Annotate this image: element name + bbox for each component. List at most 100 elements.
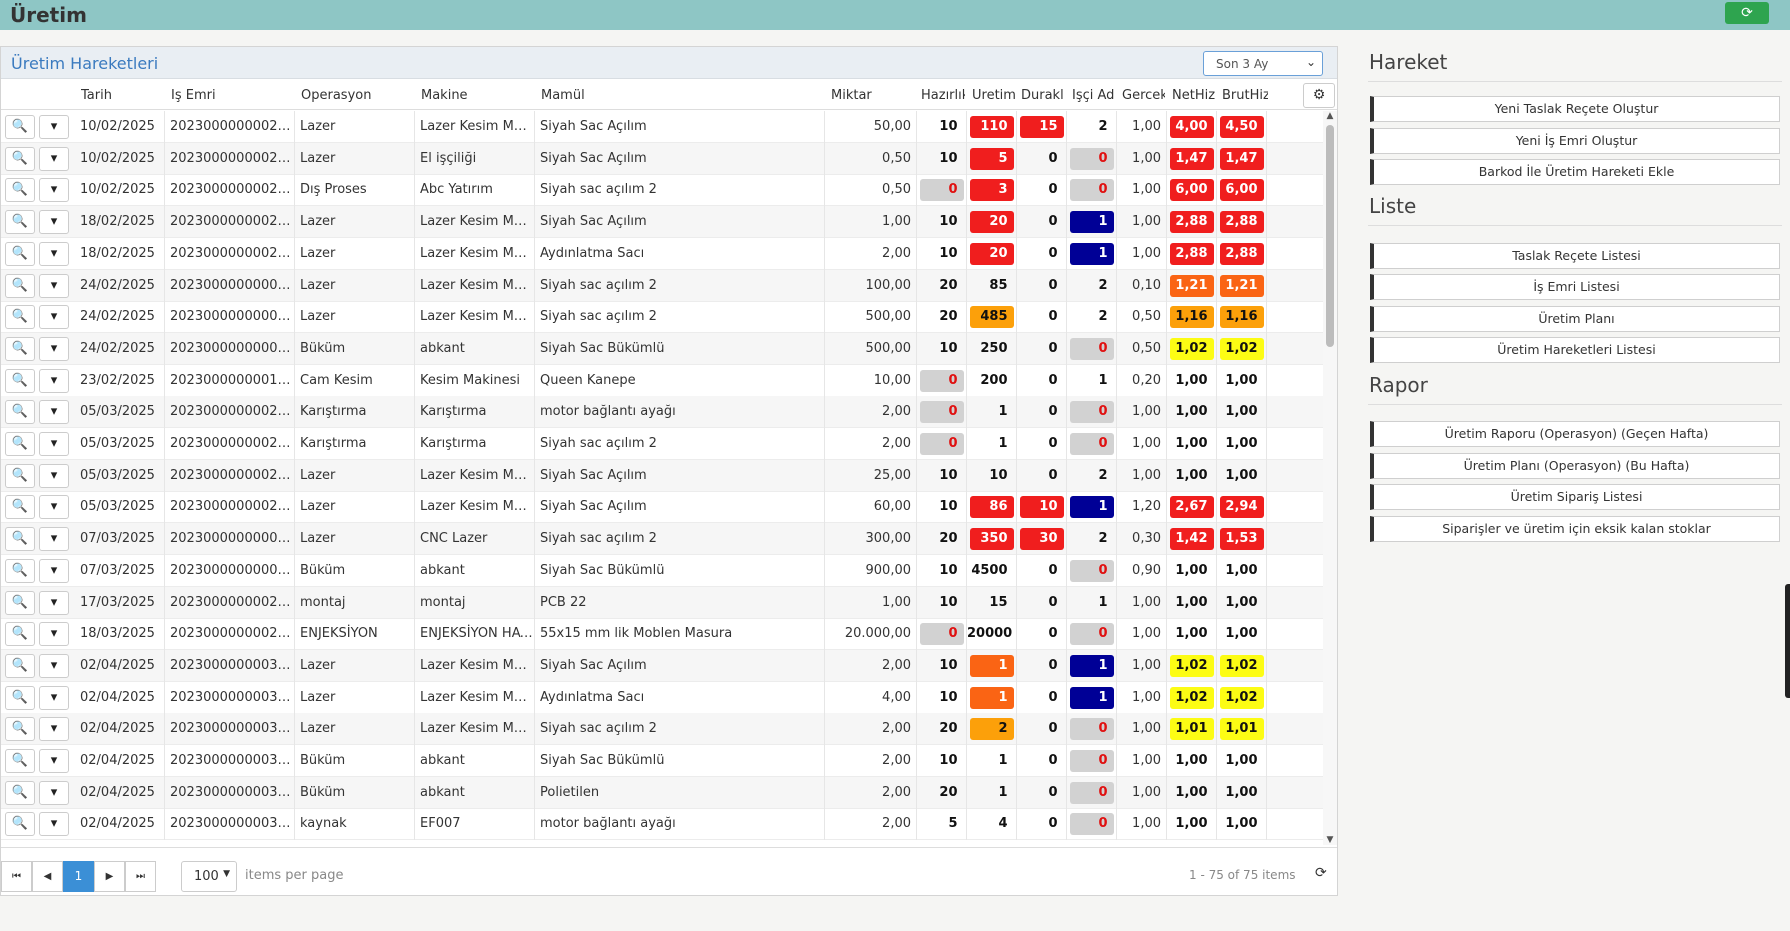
zoom-button[interactable]: 🔍 bbox=[5, 812, 35, 837]
row-menu-button[interactable]: ▾ bbox=[39, 558, 69, 583]
column-header-mamul[interactable]: Mamül bbox=[541, 88, 781, 103]
row-menu-button[interactable]: ▾ bbox=[39, 717, 69, 742]
row-menu-button[interactable]: ▾ bbox=[39, 178, 69, 203]
table-row[interactable]: 🔍 ▾ 18/03/2025 202300000000299 ENJEKSİYON ENJ… bbox=[1, 618, 1323, 651]
row-menu-button[interactable]: ▾ bbox=[39, 590, 69, 615]
table-row[interactable]: 🔍 ▾ 07/03/2025 202300000000072 Büküm abkant Si… bbox=[1, 554, 1323, 587]
column-header-isci-adedi[interactable]: İşçi Adedi bbox=[1072, 88, 1114, 103]
zoom-button[interactable]: 🔍 bbox=[5, 558, 35, 583]
table-row[interactable]: 🔍 ▾ 23/02/2025 202300000000136 Cam Kesim Kesi… bbox=[1, 364, 1323, 397]
zoom-button[interactable]: 🔍 bbox=[5, 368, 35, 393]
table-row[interactable]: 🔍 ▾ 05/03/2025 202300000000289 Karıştırma Kar… bbox=[1, 428, 1323, 460]
row-menu-button[interactable]: ▾ bbox=[39, 210, 69, 235]
zoom-button[interactable]: 🔍 bbox=[5, 590, 35, 615]
reload-icon[interactable]: ⟳ bbox=[1315, 865, 1327, 881]
row-menu-button[interactable]: ▾ bbox=[39, 273, 69, 298]
date-range-select[interactable]: Son 3 Ay ⌄ bbox=[1203, 51, 1323, 76]
row-menu-button[interactable]: ▾ bbox=[39, 463, 69, 488]
table-row[interactable]: 🔍 ▾ 05/03/2025 202300000000290 Lazer Lazer Ke… bbox=[1, 459, 1323, 492]
column-header-makine[interactable]: Makine bbox=[421, 88, 531, 103]
row-menu-button[interactable]: ▾ bbox=[39, 146, 69, 171]
column-settings-button[interactable]: ⚙ bbox=[1303, 83, 1335, 108]
row-menu-button[interactable]: ▾ bbox=[39, 336, 69, 361]
row-menu-button[interactable]: ▾ bbox=[39, 241, 69, 266]
production-plan-this-week-button[interactable]: Üretim Planı (Operasyon) (Bu Hafta) bbox=[1370, 453, 1780, 479]
zoom-button[interactable]: 🔍 bbox=[5, 653, 35, 678]
row-menu-button[interactable]: ▾ bbox=[39, 812, 69, 837]
row-menu-button[interactable]: ▾ bbox=[39, 780, 69, 805]
first-page-button[interactable]: ⏮ bbox=[1, 861, 32, 892]
row-menu-button[interactable]: ▾ bbox=[39, 400, 69, 425]
table-row[interactable]: 🔍 ▾ 02/04/2025 202300000000300 Lazer Lazer Ke… bbox=[1, 649, 1323, 682]
zoom-button[interactable]: 🔍 bbox=[5, 432, 35, 456]
page-size-select[interactable]: 100 ▼ bbox=[181, 861, 237, 892]
zoom-button[interactable]: 🔍 bbox=[5, 115, 35, 139]
scroll-down-icon[interactable]: ▼ bbox=[1325, 835, 1335, 845]
column-header-tarih[interactable]: Tarih bbox=[81, 88, 171, 103]
zoom-button[interactable]: 🔍 bbox=[5, 146, 35, 171]
zoom-button[interactable]: 🔍 bbox=[5, 527, 35, 552]
row-menu-button[interactable]: ▾ bbox=[39, 527, 69, 552]
row-menu-button[interactable]: ▾ bbox=[39, 305, 69, 330]
row-menu-button[interactable]: ▾ bbox=[39, 653, 69, 678]
production-report-last-week-button[interactable]: Üretim Raporu (Operasyon) (Geçen Hafta) bbox=[1370, 421, 1780, 447]
table-row[interactable]: 🔍 ▾ 02/04/2025 202300000000300 Büküm abkant Si… bbox=[1, 745, 1323, 777]
column-header-uretim[interactable]: Üretim bbox=[972, 88, 1018, 103]
zoom-button[interactable]: 🔍 bbox=[5, 780, 35, 805]
table-row[interactable]: 🔍 ▾ 05/03/2025 202300000000291 Lazer Lazer Ke… bbox=[1, 491, 1323, 524]
table-row[interactable]: 🔍 ▾ 07/03/2025 202300000000078 Lazer CNC Laze… bbox=[1, 523, 1323, 556]
row-menu-button[interactable]: ▾ bbox=[39, 749, 69, 773]
table-row[interactable]: 🔍 ▾ 02/04/2025 202300000000300 Lazer Lazer Ke… bbox=[1, 681, 1323, 714]
last-page-button[interactable]: ⏭ bbox=[125, 861, 156, 892]
production-order-list-button[interactable]: Üretim Sipariş Listesi bbox=[1370, 484, 1780, 510]
zoom-button[interactable]: 🔍 bbox=[5, 336, 35, 361]
table-row[interactable]: 🔍 ▾ 18/02/2025 202300000000287 Lazer Lazer Ke… bbox=[1, 206, 1323, 239]
zoom-button[interactable]: 🔍 bbox=[5, 400, 35, 425]
table-row[interactable]: 🔍 ▾ 10/02/2025 202300000000285 Lazer El işçil… bbox=[1, 142, 1323, 175]
draft-recipe-list-button[interactable]: Taslak Reçete Listesi bbox=[1370, 243, 1780, 269]
scrollbar-thumb[interactable] bbox=[1326, 125, 1334, 347]
column-header-operasyon[interactable]: Operasyon bbox=[301, 88, 411, 103]
production-plan-button[interactable]: Üretim Planı bbox=[1370, 306, 1780, 332]
scroll-up-icon[interactable]: ▲ bbox=[1325, 111, 1335, 121]
zoom-button[interactable]: 🔍 bbox=[5, 495, 35, 520]
column-header-duraklama[interactable]: Duraklama bbox=[1021, 88, 1063, 103]
row-menu-button[interactable]: ▾ bbox=[39, 622, 69, 647]
zoom-button[interactable]: 🔍 bbox=[5, 717, 35, 742]
zoom-button[interactable]: 🔍 bbox=[5, 178, 35, 203]
zoom-button[interactable]: 🔍 bbox=[5, 463, 35, 488]
column-header-gerceklesen[interactable]: Gerceklesen bbox=[1122, 88, 1165, 103]
prev-page-button[interactable]: ◀ bbox=[32, 861, 63, 892]
zoom-button[interactable]: 🔍 bbox=[5, 622, 35, 647]
zoom-button[interactable]: 🔍 bbox=[5, 749, 35, 773]
row-menu-button[interactable]: ▾ bbox=[39, 368, 69, 393]
missing-stock-button[interactable]: Siparişler ve üretim için eksik kalan st… bbox=[1370, 516, 1780, 542]
table-row[interactable]: 🔍 ▾ 24/02/2025 202300000000078 Lazer Lazer Ke… bbox=[1, 269, 1323, 302]
zoom-button[interactable]: 🔍 bbox=[5, 210, 35, 235]
new-work-order-button[interactable]: Yeni İş Emri Oluştur bbox=[1370, 128, 1780, 154]
production-movements-list-button[interactable]: Üretim Hareketleri Listesi bbox=[1370, 337, 1780, 363]
refresh-button[interactable]: ⟳ bbox=[1725, 2, 1769, 24]
row-menu-button[interactable]: ▾ bbox=[39, 685, 69, 710]
table-row[interactable]: 🔍 ▾ 10/02/2025 202300000000284 Lazer Lazer Ke… bbox=[1, 111, 1323, 143]
zoom-button[interactable]: 🔍 bbox=[5, 685, 35, 710]
row-menu-button[interactable]: ▾ bbox=[39, 495, 69, 520]
table-row[interactable]: 🔍 ▾ 24/02/2025 202300000000078 Lazer Lazer Ke… bbox=[1, 301, 1323, 334]
barcode-movement-button[interactable]: Barkod İle Üretim Hareketi Ekle bbox=[1370, 159, 1780, 185]
table-row[interactable]: 🔍 ▾ 02/04/2025 202300000000300 Büküm abkant Po… bbox=[1, 776, 1323, 809]
column-header-nethizi[interactable]: NetHizi bbox=[1172, 88, 1215, 103]
zoom-button[interactable]: 🔍 bbox=[5, 273, 35, 298]
table-row[interactable]: 🔍 ▾ 10/02/2025 202300000000285 Dış Proses Abc… bbox=[1, 174, 1323, 207]
next-page-button[interactable]: ▶ bbox=[94, 861, 125, 892]
table-row[interactable]: 🔍 ▾ 17/03/2025 202300000000298 montaj montaj P… bbox=[1, 586, 1323, 619]
table-row[interactable]: 🔍 ▾ 02/04/2025 202300000000300 Lazer Lazer Ke… bbox=[1, 713, 1323, 746]
column-header-is-emri[interactable]: İş Emri bbox=[171, 88, 291, 103]
zoom-button[interactable]: 🔍 bbox=[5, 305, 35, 330]
table-row[interactable]: 🔍 ▾ 05/03/2025 202300000000289 Karıştırma Kar… bbox=[1, 396, 1323, 429]
vertical-scrollbar[interactable]: ▲ ▼ bbox=[1323, 111, 1337, 845]
column-header-bruthiz[interactable]: BrutHiz bbox=[1222, 88, 1268, 103]
table-row[interactable]: 🔍 ▾ 24/02/2025 202300000000078 Büküm abkant Si… bbox=[1, 332, 1323, 365]
new-draft-recipe-button[interactable]: Yeni Taslak Reçete Oluştur bbox=[1370, 96, 1780, 122]
row-menu-button[interactable]: ▾ bbox=[39, 115, 69, 139]
column-header-hazirlik[interactable]: Hazırlık bbox=[921, 88, 965, 103]
